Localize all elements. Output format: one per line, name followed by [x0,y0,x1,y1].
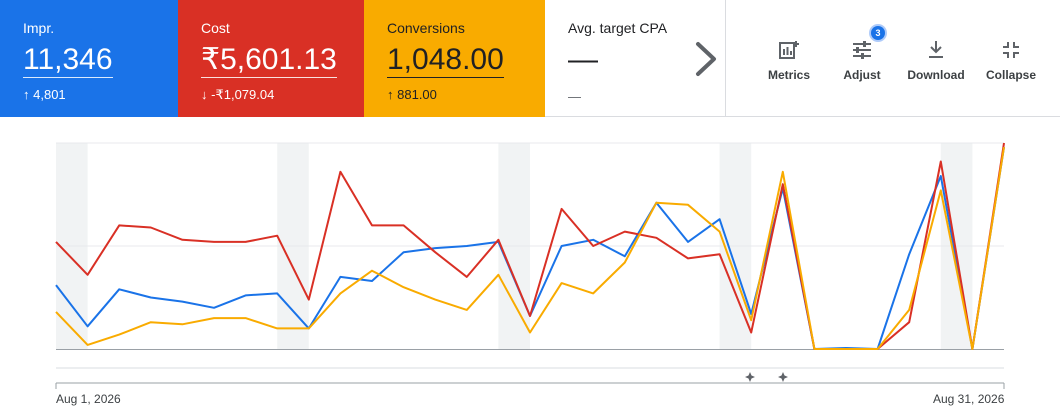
arrow-up-icon: ↑ [23,87,30,102]
metric-card-conversions[interactable]: Conversions 1,048.00 ↑ 881.00 [364,0,545,117]
next-metrics-button[interactable] [686,34,726,84]
metric-delta: ↓ -₹1,079.04 [201,87,364,103]
download-icon [929,41,943,58]
metric-delta-value: 881.00 [397,87,437,102]
metric-card-impressions[interactable]: Impr. 11,346 ↑ 4,801 [0,0,178,117]
chevron-right-icon [696,42,716,76]
metric-label: Impr. [23,20,55,36]
collapse-button[interactable]: Collapse [984,38,1038,88]
performance-chart[interactable] [0,117,1060,417]
metric-delta: — [568,89,581,104]
metrics-row: Impr. 11,346 ↑ 4,801 Cost ₹5,601.13 ↓ -₹… [0,0,1060,117]
download-label: Download [907,68,965,82]
metric-label: Conversions [387,20,465,36]
arrow-down-icon: ↓ [201,87,208,102]
collapse-label: Collapse [985,68,1036,82]
metric-value: — [568,43,598,76]
metric-delta: ↑ 881.00 [387,87,545,103]
metric-card-cost[interactable]: Cost ₹5,601.13 ↓ -₹1,079.04 [178,0,364,117]
metric-card-avg-target-cpa[interactable]: Avg. target CPA — — [545,0,685,117]
metric-label: Avg. target CPA [568,20,668,36]
metrics-button[interactable]: Metrics [762,38,816,88]
metric-value: ₹5,601.13 [201,43,337,78]
metric-delta: ↑ 4,801 [23,87,178,103]
x-axis [55,367,1005,389]
chart-toolbar: Metrics Adjust Download Collapse [752,38,1052,88]
x-axis-start-label: Aug 1, 2026 [56,392,121,406]
x-axis-end-label: Aug 31, 2026 [933,392,1005,406]
metric-delta-value: 4,801 [33,87,66,102]
metrics-icon [779,41,799,59]
metric-value: 1,048.00 [387,43,504,78]
annotation-sparkle-icon[interactable] [745,372,755,382]
metric-label: Cost [201,20,230,36]
adjust-label: Adjust [843,68,881,82]
divider [725,0,726,117]
collapse-icon [1003,42,1019,58]
adjust-count-badge: 3 [871,26,885,40]
metric-value: 11,346 [23,43,113,78]
download-button[interactable]: Download [907,38,965,88]
adjust-button[interactable]: Adjust [837,38,887,88]
metrics-label: Metrics [767,68,811,82]
annotation-sparkle-icon[interactable] [778,372,788,382]
metric-delta-value: -₹1,079.04 [211,87,275,102]
tune-icon [853,41,871,59]
arrow-up-icon: ↑ [387,87,394,102]
